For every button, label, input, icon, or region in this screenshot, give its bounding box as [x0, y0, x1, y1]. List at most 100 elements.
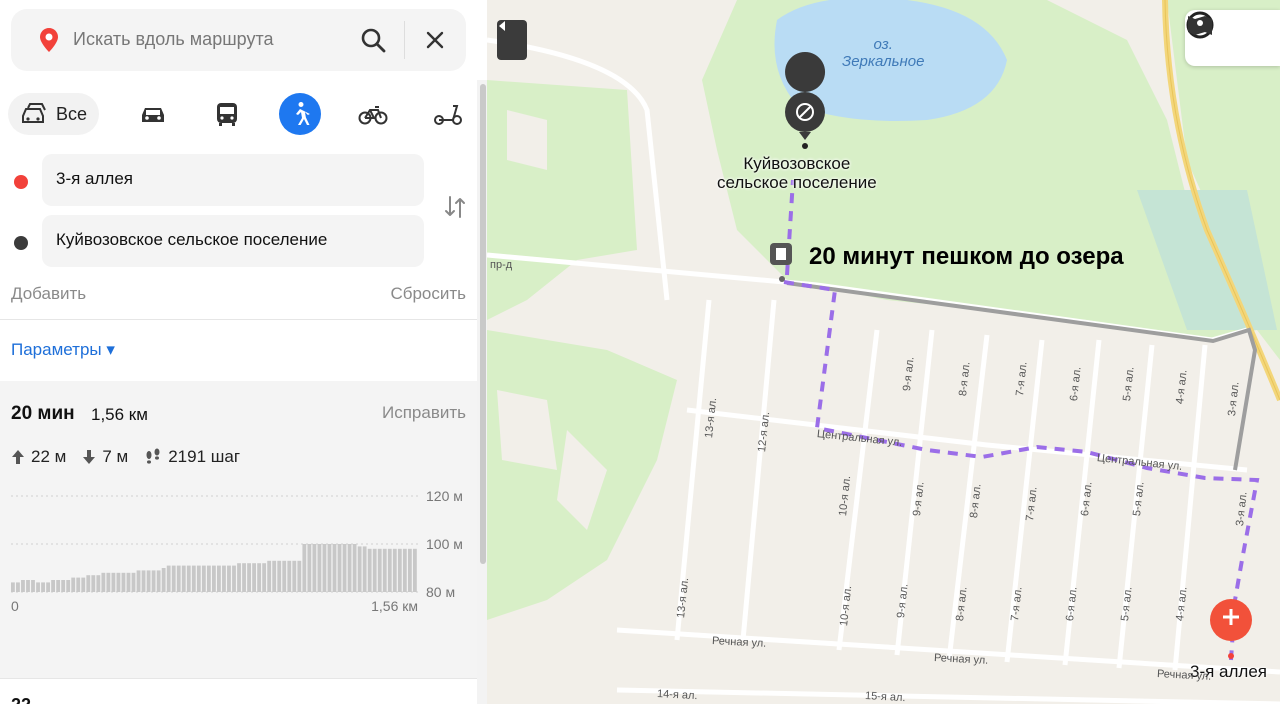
elevation-bar	[257, 563, 262, 592]
panorama-icon[interactable]	[1185, 10, 1215, 40]
bicycle-icon	[358, 106, 388, 125]
elevation-bar	[131, 572, 136, 592]
elevation-bar	[247, 563, 251, 592]
mode-all-tab[interactable]: Все	[8, 93, 99, 135]
search-input[interactable]: Искать вдоль маршрута	[73, 29, 274, 50]
elevation-bar	[121, 572, 126, 592]
elevation-bar	[322, 544, 327, 592]
elevation-bar	[412, 548, 417, 592]
route-stats: 22 м 7 м 2191 шаг	[11, 447, 256, 467]
steps-stat: 2191 шаг	[144, 447, 240, 467]
elevation-bar	[146, 570, 151, 592]
chevron-left-icon	[499, 21, 505, 31]
street-label-a14: 14-я ал.	[656, 688, 698, 703]
car-icon	[142, 108, 164, 122]
scrollbar-thumb[interactable]	[480, 84, 486, 564]
street-label-a15: 15-я ал.	[864, 690, 906, 704]
destination-label: Куйвозовское сельское поселение	[717, 154, 877, 192]
mode-bus-tab[interactable]	[209, 93, 245, 135]
elevation-x-end: 1,56 км	[371, 598, 418, 614]
bus-icon	[217, 103, 237, 126]
scooter-icon	[434, 105, 462, 125]
elevation-bar	[292, 560, 297, 592]
arrow-up-icon	[12, 450, 24, 464]
close-button[interactable]	[417, 22, 453, 58]
next-route-time-partial: 22	[11, 695, 31, 704]
elevation-bar	[176, 565, 181, 592]
map-view[interactable]: оз. Зеркальное Куйвозовское сельское пос…	[487, 0, 1280, 704]
elevation-bar	[332, 544, 337, 592]
map-annotation: 20 минут пешком до озера	[809, 243, 1124, 270]
elevation-bar	[287, 560, 292, 592]
pedestrian-icon	[296, 102, 310, 125]
close-icon	[426, 31, 444, 49]
elevation-bar	[387, 548, 392, 592]
mode-car-tab[interactable]	[135, 93, 171, 135]
collapse-panel-button[interactable]	[497, 20, 527, 60]
end-point-value: Куйвозовское сельское поселение	[56, 230, 328, 249]
reset-button[interactable]: Сбросить	[390, 284, 466, 304]
route-distance: 1,56 км	[91, 405, 148, 424]
elevation-bar	[206, 565, 211, 592]
elevation-bar	[211, 565, 216, 592]
lake-label: оз. Зеркальное	[842, 36, 924, 70]
mode-scooter-tab[interactable]	[430, 93, 466, 135]
elevation-bar	[56, 580, 61, 592]
elevation-bar	[367, 548, 372, 592]
elevation-bar	[151, 570, 156, 592]
elevation-bar	[111, 572, 116, 592]
elevation-bar	[11, 582, 15, 592]
elevation-bar	[402, 548, 407, 592]
elevation-bar	[347, 544, 352, 592]
elevation-bar	[196, 565, 201, 592]
elevation-bar	[96, 575, 101, 592]
elevation-bar	[327, 544, 332, 592]
elevation-bar	[36, 582, 40, 592]
search-button[interactable]	[355, 22, 391, 58]
mode-walk-tab[interactable]	[279, 93, 321, 135]
swap-points-icon[interactable]	[441, 193, 469, 221]
mode-all-label: Все	[55, 103, 88, 124]
arrow-down-icon	[83, 450, 96, 464]
elevation-bar	[101, 572, 106, 592]
map-canvas[interactable]	[487, 0, 1280, 704]
elevation-bar	[242, 563, 246, 592]
elevation-bar	[272, 560, 277, 592]
route-summary-card[interactable]: 20 мин 1,56 км Исправить 22 м 7 м 2191 ш…	[0, 381, 477, 678]
elevation-bar	[136, 570, 141, 592]
next-route-option[interactable]: 22	[0, 678, 477, 704]
map-pin-icon	[40, 28, 58, 52]
elevation-bar	[342, 544, 347, 592]
elevation-y-label: 120 м	[426, 488, 463, 504]
footsteps-icon	[146, 448, 160, 464]
lake-label-line1: оз.	[873, 36, 893, 53]
start-marker[interactable]	[1210, 599, 1252, 659]
elevation-bar	[302, 544, 307, 592]
destination-label-line2: сельское поселение	[717, 173, 877, 192]
transport-mode-tabs: Все	[0, 93, 487, 137]
elevation-bar	[86, 575, 91, 592]
params-button[interactable]: Параметры ▾	[11, 340, 115, 360]
elevation-bar	[166, 565, 171, 592]
elevation-bar	[156, 570, 161, 592]
elevation-bar	[317, 544, 322, 592]
elevation-bar	[61, 580, 66, 592]
elevation-bar	[252, 563, 257, 592]
elevation-bar	[76, 577, 81, 592]
add-point-button[interactable]: Добавить	[11, 284, 86, 304]
divider	[0, 319, 477, 320]
elevation-bar	[362, 546, 367, 592]
elevation-bar	[407, 548, 412, 592]
car-transit-icon	[21, 103, 46, 123]
elevation-bar	[66, 580, 71, 592]
mode-bike-tab[interactable]	[355, 93, 391, 135]
elevation-bar	[262, 563, 267, 592]
route-search-bar[interactable]: Искать вдоль маршрута	[11, 9, 466, 71]
fix-route-button[interactable]: Исправить	[382, 403, 466, 423]
end-point-field[interactable]: Куйвозовское сельское поселение	[42, 215, 424, 267]
end-point-dot	[14, 236, 28, 250]
elevation-bar	[307, 544, 312, 592]
start-point-field[interactable]: 3-я аллея	[42, 154, 424, 206]
steps-value: 2191 шаг	[168, 447, 241, 466]
elevation-bar	[46, 582, 50, 592]
